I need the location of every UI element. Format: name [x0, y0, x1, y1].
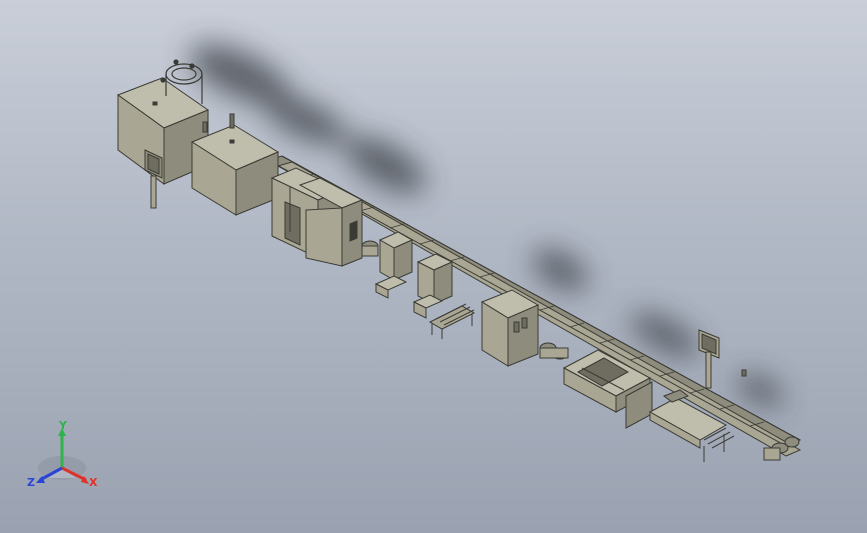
machining-center[interactable]: [270, 167, 364, 267]
drive-unit[interactable]: [539, 342, 569, 360]
slat-workbench[interactable]: [428, 303, 476, 339]
transfer-unit-1[interactable]: [374, 231, 414, 299]
y-axis-label: Y: [59, 419, 67, 432]
operator-panel-2[interactable]: [698, 329, 720, 389]
enclosure-cabinet-2[interactable]: [190, 113, 280, 216]
cad-viewport[interactable]: Y X Z: [0, 0, 867, 533]
coordinate-triad: Y X Z: [26, 420, 106, 490]
assembly-model[interactable]: [0, 0, 867, 533]
z-axis-label: Z: [27, 476, 35, 489]
sensor-marker: [741, 369, 747, 377]
spindle-unit[interactable]: [361, 240, 379, 257]
x-axis-label: X: [89, 476, 98, 489]
transfer-unit-2[interactable]: [412, 253, 454, 319]
electrical-cabinet[interactable]: [480, 289, 540, 367]
